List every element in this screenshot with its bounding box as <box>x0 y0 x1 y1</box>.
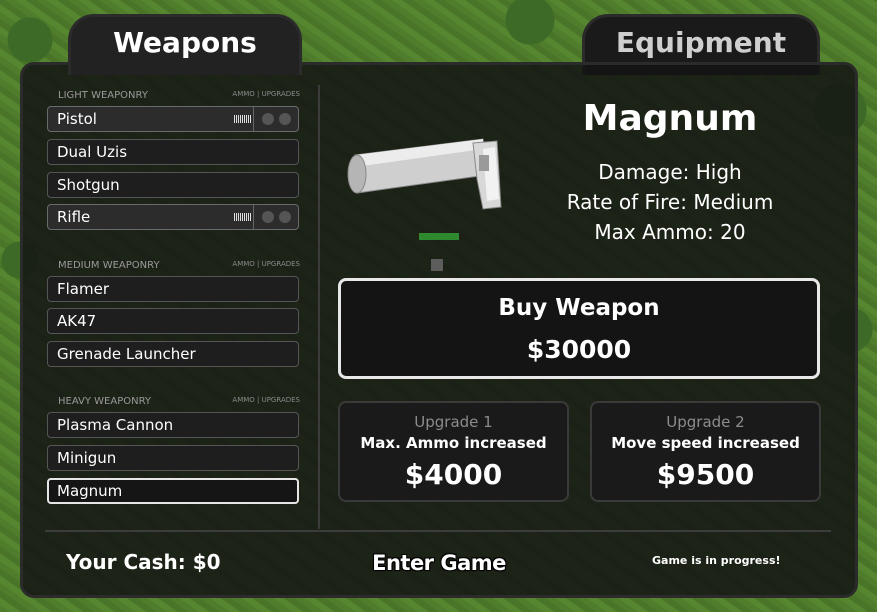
weapon-item-grenade-launcher[interactable]: Grenade Launcher <box>47 341 299 367</box>
weapon-label: Grenade Launcher <box>57 345 196 363</box>
upgrade-price: $4000 <box>404 458 503 491</box>
weapon-item-dual-uzis[interactable]: Dual Uzis <box>47 139 299 165</box>
buy-label: Buy Weapon <box>498 295 660 321</box>
weapon-item-ak47[interactable]: AK47 <box>47 308 299 334</box>
upgrade-slot-icon <box>279 113 291 125</box>
category-header-light: LIGHT WEAPONRY AMMO | UPGRADES <box>58 90 300 102</box>
cash-display: Your Cash: $0 <box>66 550 221 574</box>
weapon-title: Magnum <box>582 98 758 139</box>
buy-price: $30000 <box>526 335 632 364</box>
weapon-item-rifle[interactable]: Rifle <box>47 204 299 230</box>
ammo-icon <box>234 213 252 221</box>
game-status-text: Game is in progress! <box>652 554 781 567</box>
weapon-item-plasma-cannon[interactable]: Plasma Cannon <box>47 412 299 438</box>
upgrade-slot-icon <box>262 211 274 223</box>
weapon-item-shotgun[interactable]: Shotgun <box>47 172 299 198</box>
weapon-item-minigun[interactable]: Minigun <box>47 445 299 471</box>
category-header-medium: MEDIUM WEAPONRY AMMO | UPGRADES <box>58 260 300 272</box>
magnum-gun-icon <box>347 138 502 210</box>
upgrade-title: Upgrade 2 <box>666 413 745 431</box>
preview-health-bar <box>419 233 459 240</box>
category-subtitle: AMMO | UPGRADES <box>232 260 300 268</box>
category-title: LIGHT WEAPONRY <box>58 90 148 101</box>
upgrade-slots <box>253 205 298 229</box>
category-subtitle: AMMO | UPGRADES <box>232 396 300 404</box>
upgrade-description: Max. Ammo increased <box>360 434 547 452</box>
upgrade-price: $9500 <box>656 458 755 491</box>
weapon-item-magnum[interactable]: Magnum <box>47 478 299 504</box>
enter-game-button[interactable]: Enter Game <box>368 547 510 579</box>
upgrade-2-button[interactable]: Upgrade 2 Move speed increased $9500 <box>590 401 821 502</box>
tab-weapons[interactable]: Weapons <box>68 14 302 75</box>
weapon-label: Dual Uzis <box>57 143 128 161</box>
weapon-item-pistol[interactable]: Pistol <box>47 106 299 132</box>
category-header-heavy: HEAVY WEAPONRY AMMO | UPGRADES <box>58 396 300 408</box>
upgrade-slot-icon <box>262 113 274 125</box>
upgrade-title: Upgrade 1 <box>414 413 493 431</box>
upgrade-description: Move speed increased <box>611 434 800 452</box>
ammo-icon <box>234 115 252 123</box>
weapon-item-flamer[interactable]: Flamer <box>47 276 299 302</box>
category-subtitle: AMMO | UPGRADES <box>232 90 300 98</box>
weapon-label: Rifle <box>57 208 91 226</box>
weapon-label: Shotgun <box>57 176 120 194</box>
buy-weapon-button[interactable]: Buy Weapon $30000 <box>338 278 820 379</box>
stat-max-ammo: Max Ammo: 20 <box>594 220 746 244</box>
stat-damage: Damage: High <box>598 160 742 184</box>
weapon-label: Plasma Cannon <box>57 416 174 434</box>
category-title: MEDIUM WEAPONRY <box>58 260 160 271</box>
category-title: HEAVY WEAPONRY <box>58 396 152 407</box>
upgrade-1-button[interactable]: Upgrade 1 Max. Ammo increased $4000 <box>338 401 569 502</box>
divider-horizontal <box>45 530 831 532</box>
weapon-label: Minigun <box>57 449 117 467</box>
preview-marker <box>431 259 443 271</box>
upgrade-slots <box>253 107 298 131</box>
stat-rate-of-fire: Rate of Fire: Medium <box>566 190 774 214</box>
upgrade-slot-icon <box>279 211 291 223</box>
weapon-label: Magnum <box>57 482 123 500</box>
weapon-label: AK47 <box>57 312 97 330</box>
divider-vertical <box>318 85 320 529</box>
weapon-label: Flamer <box>57 280 109 298</box>
weapon-label: Pistol <box>57 110 97 128</box>
